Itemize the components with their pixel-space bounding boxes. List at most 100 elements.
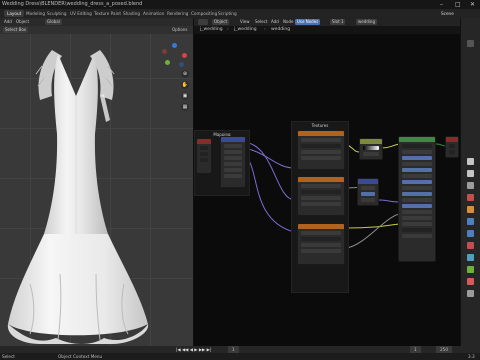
node-field[interactable] [402,228,432,232]
node-field[interactable] [224,162,242,166]
tool-icon[interactable] [467,40,474,47]
viewport-toolbar: Select Box Options [0,26,193,34]
node-field[interactable] [402,150,432,154]
end-frame-field[interactable]: 250 [436,346,452,353]
node-header [197,139,211,144]
physics-icon[interactable] [467,254,474,261]
start-frame-field[interactable]: 1 [410,346,421,353]
workspace-tabs: Layout Modeling Sculpting UV Editing Tex… [0,9,480,18]
node-field[interactable] [402,186,432,190]
view-layer-icon[interactable] [467,182,474,189]
node-field[interactable] [402,234,432,238]
node-header [298,131,344,136]
node-field[interactable] [361,186,375,190]
modifier-wrench-icon[interactable] [467,230,474,237]
image-texture-node[interactable] [297,130,345,170]
color-ramp-gradient[interactable] [363,146,379,150]
node-socket-row[interactable] [200,158,208,162]
title-bar: Wedding Dress\BLENDER\wedding_dress_a_po… [0,0,480,9]
node-field[interactable] [224,144,242,148]
close-button[interactable]: ✕ [470,1,475,8]
node-header [446,137,458,142]
playback-controls[interactable]: |◀ ◀◀ ◀ ▶ ▶▶ ▶| [176,346,211,353]
material-output-node[interactable] [445,136,459,158]
node-field[interactable] [402,222,432,226]
node-field[interactable] [301,138,341,142]
add-menu[interactable]: Add [2,19,14,25]
wedding-dress-model[interactable] [0,34,193,346]
object-menu[interactable]: Object [14,19,31,25]
render-icon[interactable] [467,158,474,165]
scene-icon[interactable] [467,194,474,201]
node-socket-row[interactable] [449,144,455,148]
shader-node-editor[interactable]: Object View Select Add Node Use Nodes Sl… [194,18,460,346]
node-field[interactable] [402,204,432,208]
node-field[interactable] [361,198,375,202]
object-icon[interactable] [467,218,474,225]
node-field[interactable] [301,202,341,206]
data-mesh-icon[interactable] [467,266,474,273]
node-socket-row[interactable] [200,152,208,156]
options-dropdown[interactable]: Options [170,27,190,33]
window-title: Wedding Dress\BLENDER\wedding_dress_a_po… [2,1,143,7]
node-socket-row[interactable] [449,150,455,154]
node-field[interactable] [301,150,341,154]
status-bar: Select Object Context Menu 3.3 [0,353,480,360]
node-field[interactable] [402,180,432,184]
node-field[interactable] [363,152,379,156]
node-field[interactable] [301,237,341,241]
node-field[interactable] [402,162,432,166]
normal-map-node[interactable] [357,178,379,206]
node-field[interactable] [361,192,375,196]
output-icon[interactable] [467,170,474,177]
node-field[interactable] [224,174,242,178]
image-texture-node[interactable] [297,176,345,216]
node-field[interactable] [402,216,432,220]
tab-scripting[interactable]: Scripting [215,10,240,17]
scene-selector[interactable]: Scene [438,10,457,17]
tab-sculpting[interactable]: Sculpting [44,10,70,17]
status-context-hint: Object Context Menu [58,354,103,359]
node-field[interactable] [301,184,341,188]
mapping-node[interactable] [220,136,246,188]
viewport-header: Add Object Global [0,18,193,26]
node-field[interactable] [301,196,341,200]
node-field[interactable] [224,156,242,160]
color-ramp-node[interactable] [359,138,383,160]
minimize-button[interactable]: – [440,1,443,8]
texture-icon[interactable] [467,290,474,297]
node-field[interactable] [402,144,432,148]
node-field[interactable] [301,243,341,247]
tab-layout[interactable]: Layout [4,10,25,17]
node-header [360,139,382,144]
node-field[interactable] [402,198,432,202]
texture-coordinate-node[interactable] [196,138,212,174]
world-icon[interactable] [467,206,474,213]
principled-bsdf-node[interactable] [398,136,436,262]
node-field[interactable] [301,231,341,235]
node-field[interactable] [301,156,341,160]
frame-title: Textures [311,123,329,128]
particles-icon[interactable] [467,242,474,249]
node-socket-row[interactable] [200,146,208,150]
node-field[interactable] [301,190,341,194]
node-field[interactable] [301,144,341,148]
transform-orientation-dropdown[interactable]: Global [45,19,62,25]
material-icon[interactable] [467,278,474,285]
maximize-button[interactable]: □ [455,1,461,8]
3d-viewport[interactable]: Add Object Global Select Box Options ⊕ ✋… [0,18,193,346]
node-header [298,177,344,182]
select-box-dropdown[interactable]: Select Box [3,27,29,33]
node-field[interactable] [224,168,242,172]
node-header [221,137,245,142]
status-select-hint: Select [2,354,15,359]
node-field[interactable] [301,249,341,253]
current-frame-field[interactable]: 1 [228,346,239,353]
node-field[interactable] [402,156,432,160]
node-field[interactable] [402,168,432,172]
image-texture-node[interactable] [297,223,345,265]
node-field[interactable] [402,174,432,178]
node-field[interactable] [402,210,432,214]
node-field[interactable] [402,192,432,196]
node-field[interactable] [224,150,242,154]
